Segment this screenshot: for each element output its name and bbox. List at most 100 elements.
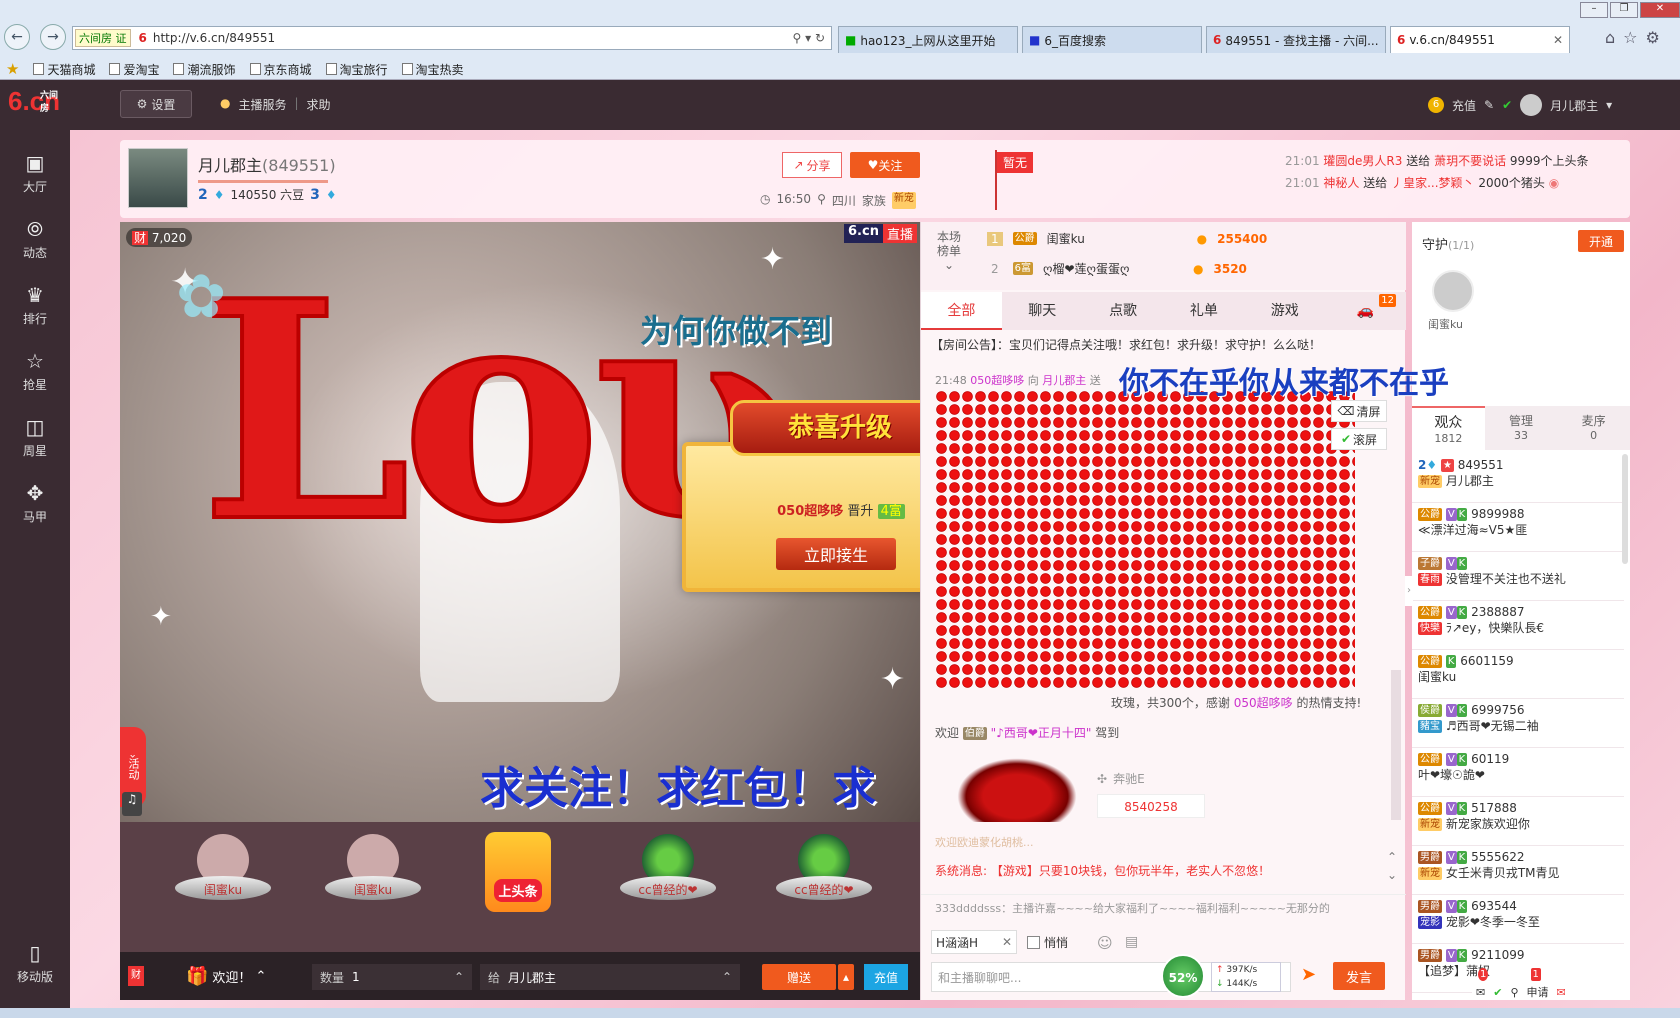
- anchor-avatar[interactable]: [128, 148, 188, 208]
- list-item[interactable]: 侯爵 VK 6999756 豬宝 ♬西哥❤无锡二袖: [1412, 699, 1624, 748]
- favorite-link[interactable]: 天猫商城: [33, 61, 95, 78]
- share-button[interactable]: ↗ 分享: [782, 152, 842, 178]
- maximize-button[interactable]: ❐: [1610, 2, 1638, 18]
- list-item[interactable]: 公爵 VK 2388887 快樂 ﾗ↗ey，快樂队長€: [1412, 601, 1624, 650]
- chevron-down-icon[interactable]: ▾: [1606, 98, 1612, 112]
- favorite-link[interactable]: 潮流服饰: [173, 61, 236, 78]
- send-plane-icon[interactable]: ➤: [1301, 964, 1316, 985]
- collapse-arrow-icon[interactable]: ›: [1405, 576, 1413, 606]
- emoji-icon[interactable]: ☺: [1097, 934, 1113, 952]
- browser-tab[interactable]: ■ 6_百度搜索: [1022, 26, 1202, 53]
- nav-mobile[interactable]: ▯ 移动版: [0, 930, 70, 996]
- quantity-field[interactable]: 数量 1 ⌃: [312, 964, 472, 990]
- browser-tab-active[interactable]: 6 v.6.cn/849551 ✕: [1390, 26, 1570, 53]
- favorites-star-icon[interactable]: ★: [6, 60, 19, 78]
- chat-scrollbar[interactable]: [1391, 670, 1401, 820]
- site-logo[interactable]: 6.cn 六间房: [8, 86, 60, 117]
- favorite-link[interactable]: 爱淘宝: [109, 61, 159, 78]
- close-tab-icon[interactable]: ✕: [1553, 33, 1563, 47]
- scroll-lock-button[interactable]: ✔ 滚屏: [1331, 428, 1387, 450]
- search-icon[interactable]: ⚲: [1510, 986, 1518, 999]
- welcome-button[interactable]: 🎁 欢迎！ ⌃: [186, 966, 266, 987]
- tab-all[interactable]: 全部: [921, 292, 1002, 330]
- recharge-button[interactable]: 充值: [864, 964, 908, 990]
- back-button[interactable]: ←: [4, 24, 30, 50]
- list-item[interactable]: 男爵 VK 5555622 新宠 女壬米青贝戎TM青见: [1412, 846, 1624, 895]
- wealth-icon[interactable]: 财: [128, 966, 144, 986]
- open-guard-button[interactable]: 开通: [1578, 230, 1624, 252]
- gift-item-headline[interactable]: 上头条: [485, 832, 551, 912]
- give-button[interactable]: 赠送: [762, 964, 836, 990]
- chat-target-select[interactable]: H涵涵H ✕: [931, 930, 1017, 954]
- tab-chat[interactable]: 聊天: [1002, 292, 1083, 330]
- list-item[interactable]: 公爵 VK 517888 新宠 新宠家族欢迎你: [1412, 797, 1624, 846]
- give-dropdown-icon[interactable]: ▴: [838, 964, 854, 990]
- whisper-toggle[interactable]: 悄悄: [1027, 934, 1068, 951]
- gift-item[interactable]: cc曾经的❤: [776, 834, 872, 914]
- tab-game[interactable]: 游戏: [1244, 292, 1325, 330]
- list-item[interactable]: 2♦ ★ 849551 新宠 月儿郡主: [1412, 454, 1624, 503]
- follow-button[interactable]: ♥ 关注: [850, 152, 920, 178]
- nav-ranking[interactable]: ♛ 排行: [0, 272, 70, 338]
- tab-song[interactable]: 点歌: [1083, 292, 1164, 330]
- list-item[interactable]: 子爵 VK 春雨 没管理不关注也不送礼: [1412, 552, 1624, 601]
- nav-week-star[interactable]: ◫ 周星: [0, 404, 70, 470]
- nav-hall[interactable]: ▣ 大厅: [0, 140, 70, 206]
- page-icon: [109, 63, 121, 75]
- audience-scrollbar[interactable]: [1622, 454, 1628, 564]
- video-player[interactable]: 财 7,020 6.cn 直播 为何你做不到 Loʋ ✦ ✦ ✦ ✦ ✿ 050超…: [120, 222, 920, 822]
- send-button[interactable]: 发言: [1333, 962, 1385, 990]
- username-menu[interactable]: 月儿郡主: [1550, 97, 1598, 114]
- whisper-checkbox[interactable]: [1027, 936, 1040, 949]
- scroll-arrows-icon[interactable]: ⌃ ⌄: [1387, 848, 1397, 884]
- tab-gift-list[interactable]: 礼单: [1163, 292, 1244, 330]
- favorite-link[interactable]: 京东商城: [249, 61, 312, 78]
- mail-icon[interactable]: ✉ 1: [1476, 967, 1489, 999]
- list-item[interactable]: 公爵 VK 60119 叶❤壕☉詭❤: [1412, 748, 1624, 797]
- clear-screen-button[interactable]: ⌫ 清屏: [1331, 400, 1387, 422]
- recipient-field[interactable]: 给月儿郡主 ⌃: [480, 964, 740, 990]
- live-badge: 6.cn 直播: [844, 224, 917, 243]
- tab-mic-queue[interactable]: 麦序 0: [1557, 406, 1630, 450]
- accept-button[interactable]: 立即接生: [776, 538, 896, 570]
- help-link[interactable]: 求助: [307, 96, 331, 113]
- favorite-link[interactable]: 淘宝旅行: [325, 61, 388, 78]
- guard-avatar[interactable]: [1432, 270, 1474, 312]
- search-icon[interactable]: ⚲ ▾ ↻: [793, 31, 826, 45]
- tab-admin[interactable]: 管理 33: [1485, 406, 1558, 450]
- microphone-icon[interactable]: ♫: [122, 792, 142, 816]
- browser-tab[interactable]: ■ hao123_上网从这里开始: [838, 26, 1018, 53]
- favorite-link[interactable]: 淘宝热卖: [401, 61, 464, 78]
- tab-car[interactable]: 🚗 12: [1325, 292, 1406, 330]
- list-item[interactable]: 公爵 VK 9899988 ≪漂洋过海≈V5★匪: [1412, 503, 1624, 552]
- gift-item[interactable]: 闺蜜ku: [325, 834, 421, 914]
- nav-vest[interactable]: ✥ 马甲: [0, 470, 70, 536]
- anchor-service-link[interactable]: 主播服务: [238, 96, 286, 113]
- rank-row[interactable]: 2 6富 ღ榴❤莲ღ蛋蛋ღ ● 3520: [987, 260, 1387, 277]
- edit-icon[interactable]: ✎: [1484, 98, 1494, 112]
- url-text[interactable]: http://v.6.cn/849551: [153, 31, 275, 45]
- chat-bubble-icon[interactable]: ✉: [1557, 986, 1566, 999]
- list-item[interactable]: 公爵 K 6601159 闺蜜ku: [1412, 650, 1624, 699]
- recharge-link[interactable]: 充值: [1452, 97, 1476, 114]
- forward-button[interactable]: →: [40, 24, 66, 50]
- avatar[interactable]: [1520, 94, 1543, 116]
- image-icon[interactable]: ▤: [1125, 934, 1138, 950]
- apply-link[interactable]: 申请 1: [1527, 968, 1549, 1000]
- nav-feed[interactable]: ⦾ 动态: [0, 206, 70, 272]
- rank-row[interactable]: 1 公爵 闺蜜ku ● 255400: [987, 230, 1387, 247]
- nav-grab-star[interactable]: ☆ 抢星: [0, 338, 70, 404]
- browser-tab[interactable]: 6 849551 - 查找主播 - 六间...: [1206, 26, 1386, 53]
- rank-label[interactable]: 本场 榜单 ⌄: [937, 230, 961, 272]
- address-bar[interactable]: 六间房 证 6 http://v.6.cn/849551 ⚲ ▾ ↻: [72, 26, 832, 50]
- gift-item[interactable]: 闺蜜ku: [175, 834, 271, 914]
- list-item[interactable]: 男爵 VK 693544 宠影 宠影❤冬季一冬至: [1412, 895, 1624, 944]
- tab-audience[interactable]: 观众 1812: [1412, 406, 1485, 450]
- gift-item[interactable]: cc曾经的❤: [620, 834, 716, 914]
- home-star-gear-icons[interactable]: ⌂☆⚙: [1605, 28, 1668, 47]
- settings-button[interactable]: ⚙ 设置: [120, 90, 192, 118]
- close-window-button[interactable]: ✕: [1640, 2, 1680, 18]
- check-icon[interactable]: ✔: [1493, 986, 1502, 999]
- gift-label: cc曾经的❤: [620, 876, 716, 900]
- minimize-button[interactable]: –: [1580, 2, 1608, 18]
